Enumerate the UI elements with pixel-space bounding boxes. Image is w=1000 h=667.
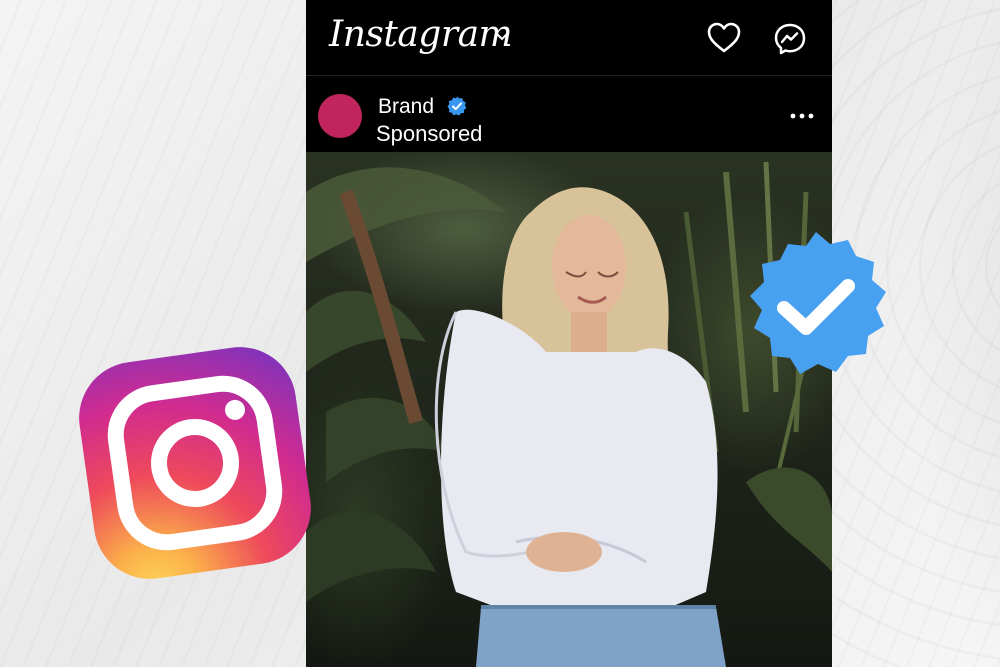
instagram-logo-icon — [67, 335, 322, 590]
account-name[interactable]: Brand — [378, 95, 434, 119]
verified-badge-icon — [738, 228, 894, 384]
avatar[interactable] — [318, 94, 362, 138]
instagram-wordmark[interactable]: Instagram — [329, 14, 513, 55]
post-header: Brand Sponsored — [306, 77, 832, 152]
sponsored-label: Sponsored — [376, 121, 483, 146]
top-bar: Instagram — [306, 0, 832, 76]
verified-badge-icon — [447, 96, 467, 121]
more-options-icon[interactable] — [790, 107, 814, 125]
heart-icon[interactable] — [707, 22, 741, 59]
messenger-icon[interactable] — [774, 23, 806, 60]
chevron-down-icon[interactable] — [495, 28, 509, 46]
